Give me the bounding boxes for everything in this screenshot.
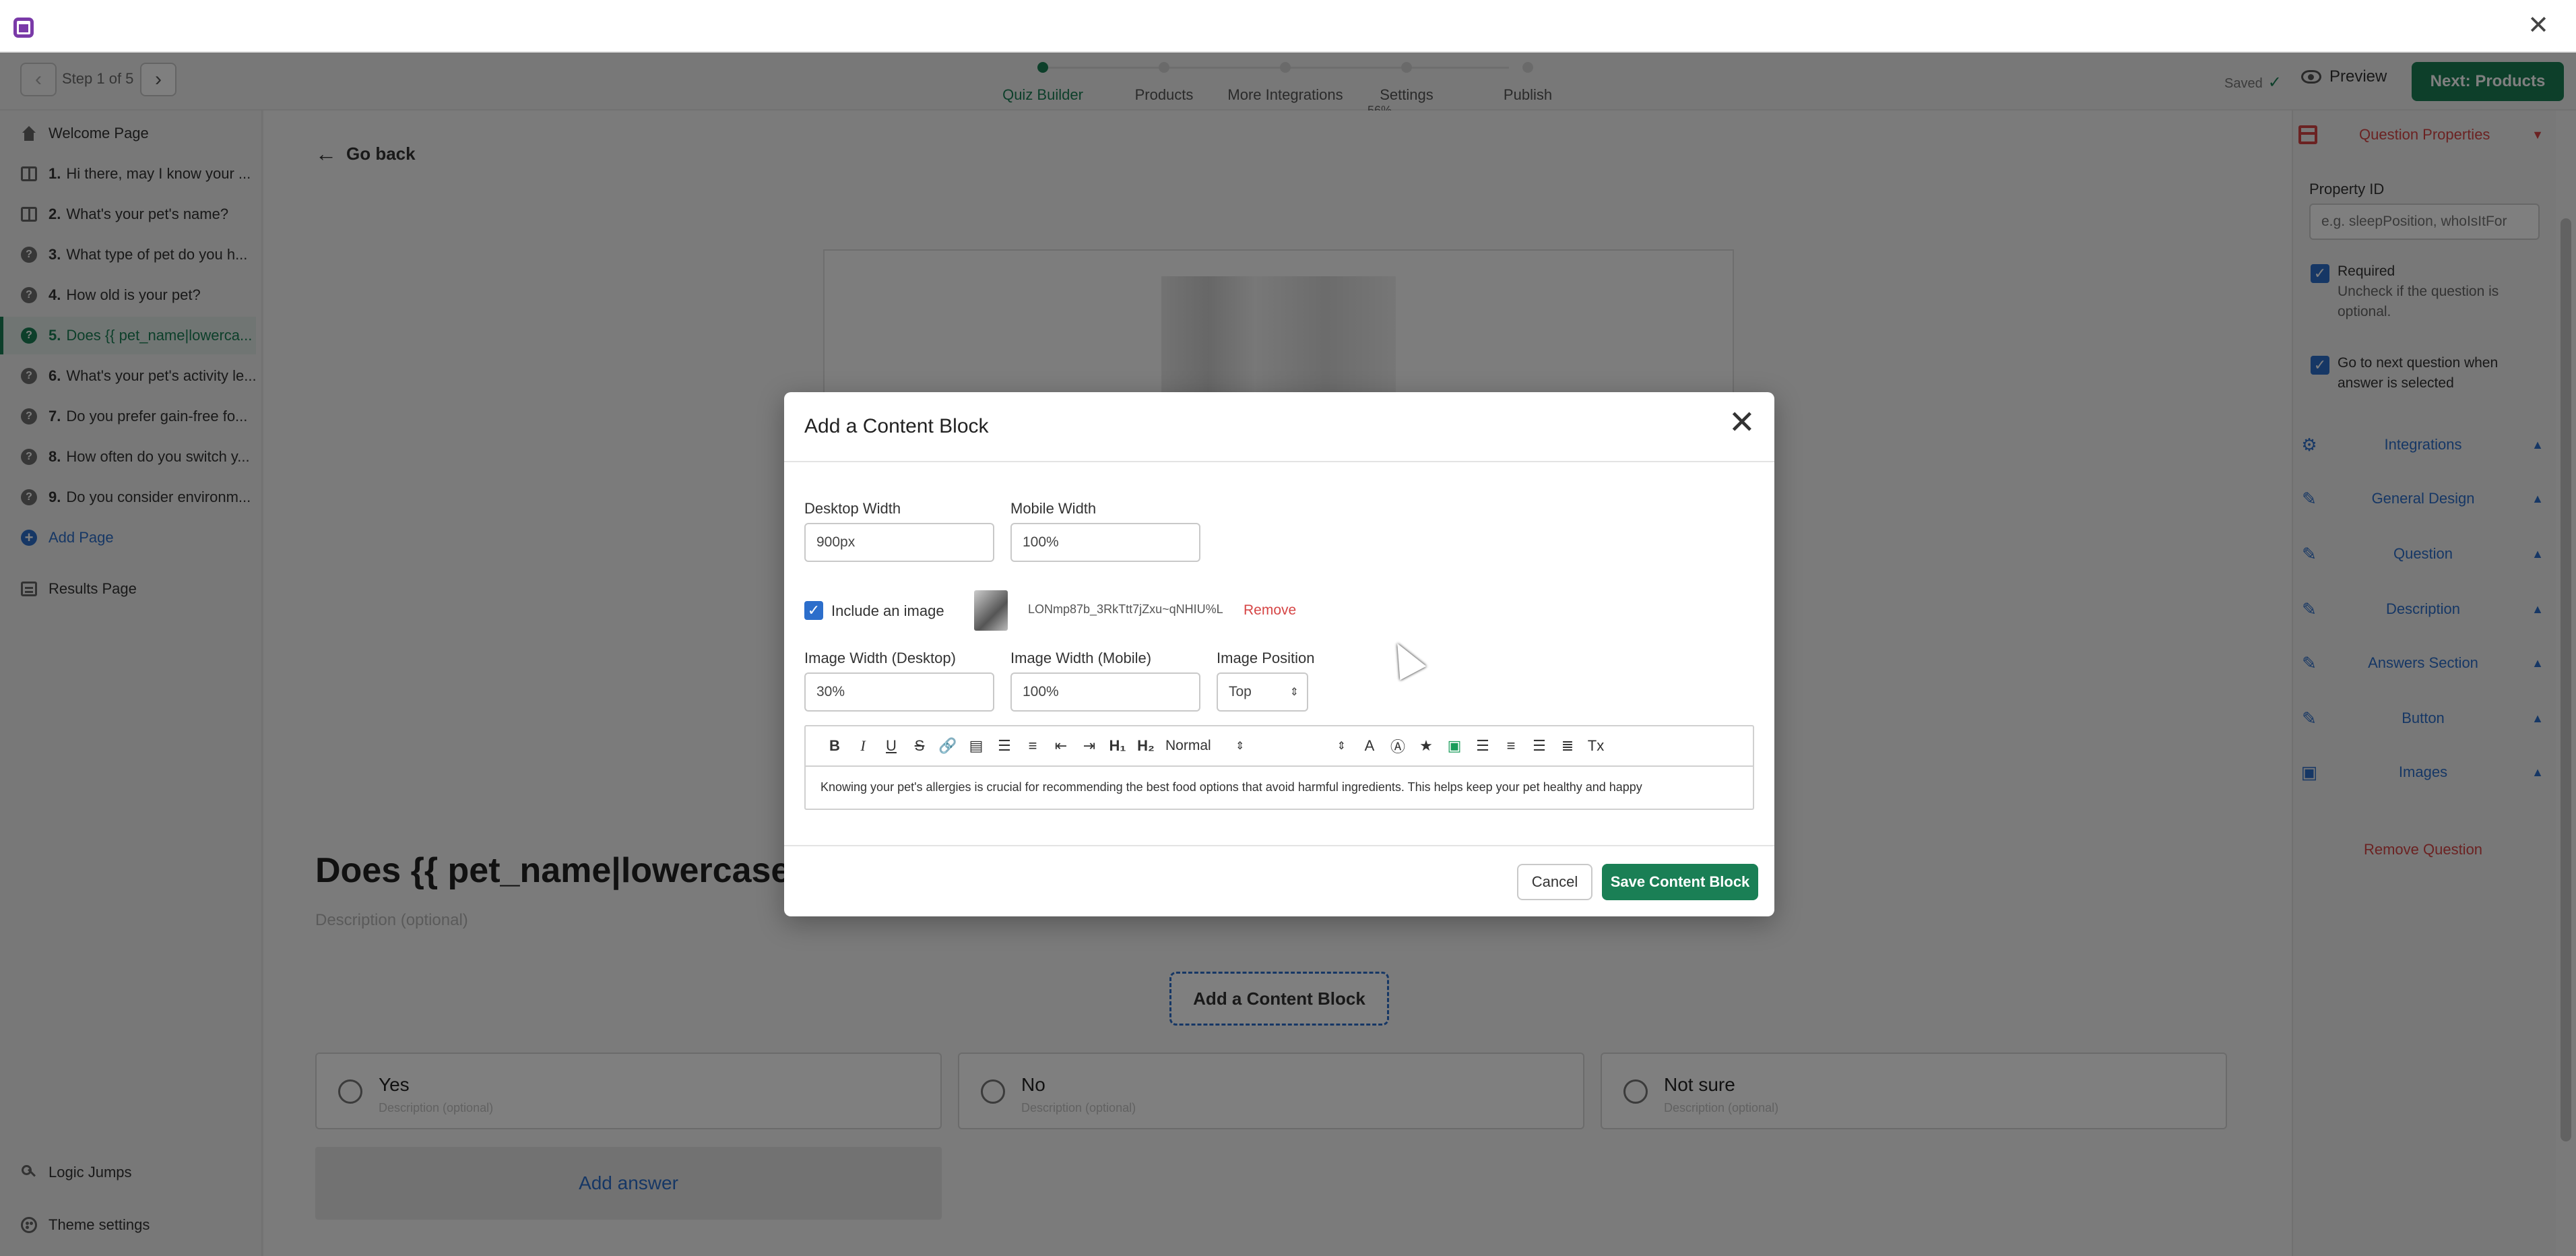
select-arrows-icon: ⇕ [1289,687,1299,698]
include-image-label: Include an image [831,602,944,619]
select-arrows-icon: ⇕ [1337,741,1346,752]
window-titlebar: ✕ [0,0,2576,53]
divider [784,845,1774,846]
strikethrough-icon[interactable]: S [905,732,934,759]
divider [784,461,1774,462]
image-position-label: Image Position [1217,650,1315,666]
modal-title: Add a Content Block [804,415,989,437]
align-left-icon[interactable]: ☰ [1469,732,1497,759]
desktop-width-input[interactable]: 900px [804,523,994,562]
desktop-width-label: Desktop Width [804,500,901,517]
highlight-color-icon[interactable]: Ⓐ [1384,732,1412,759]
image-thumbnail [974,590,1008,631]
image-width-desktop-input[interactable]: 30% [804,672,994,712]
align-justify-icon[interactable]: ≣ [1553,732,1582,759]
image-position-select[interactable]: Top ⇕ [1217,672,1308,712]
image-filename: LONmp87b_3RkTtt7jZxu~qNHIU%L [1028,602,1223,616]
align-right-icon[interactable]: ☰ [1525,732,1553,759]
text-color-icon[interactable]: A [1355,732,1384,759]
bold-icon[interactable]: B [820,732,849,759]
bullet-list-icon[interactable]: ≡ [1019,732,1047,759]
align-center-icon[interactable]: ≡ [1497,732,1525,759]
variable-icon[interactable]: ▣ [1440,732,1469,759]
mobile-width-input[interactable]: 100% [1010,523,1200,562]
underline-icon[interactable]: U [877,732,905,759]
heading-2-icon[interactable]: H₂ [1132,732,1160,759]
cancel-button[interactable]: Cancel [1517,864,1592,900]
window-close-icon[interactable]: ✕ [2527,12,2549,39]
image-position-value: Top [1229,684,1252,699]
image-width-mobile-label: Image Width (Mobile) [1010,650,1152,666]
italic-icon[interactable]: I [849,732,877,759]
mobile-width-label: Mobile Width [1010,500,1097,517]
video-icon[interactable]: ▤ [962,732,990,759]
save-content-block-button[interactable]: Save Content Block [1602,864,1758,900]
select-arrows-icon: ⇕ [1235,741,1245,752]
heading-1-icon[interactable]: H₁ [1103,732,1132,759]
close-icon[interactable]: ✕ [1729,407,1756,439]
ordered-list-icon[interactable]: ☰ [990,732,1019,759]
app-icon [13,18,34,38]
text-format-select[interactable]: Normal ⇕ ⇕ [1160,732,1349,759]
link-icon[interactable]: 🔗 [934,732,962,759]
add-content-block-modal: Add a Content Block ✕ Desktop Width 900p… [784,392,1774,916]
indent-icon[interactable]: ⇥ [1075,732,1103,759]
editor-toolbar: B I U S 🔗 ▤ ☰ ≡ ⇤ ⇥ H₁ H₂ Normal ⇕ ⇕ A Ⓐ… [806,726,1753,767]
image-width-mobile-input[interactable]: 100% [1010,672,1200,712]
remove-image-link[interactable]: Remove [1244,602,1296,619]
rich-text-editor: B I U S 🔗 ▤ ☰ ≡ ⇤ ⇥ H₁ H₂ Normal ⇕ ⇕ A Ⓐ… [804,725,1754,810]
clear-format-icon[interactable]: Tx [1582,732,1610,759]
include-image-checkbox[interactable]: ✓ [804,601,823,620]
text-format-value: Normal [1165,738,1211,753]
editor-content[interactable]: Knowing your pet's allergies is crucial … [820,780,1642,794]
star-icon[interactable]: ★ [1412,732,1440,759]
outdent-icon[interactable]: ⇤ [1047,732,1075,759]
image-width-desktop-label: Image Width (Desktop) [804,650,956,666]
